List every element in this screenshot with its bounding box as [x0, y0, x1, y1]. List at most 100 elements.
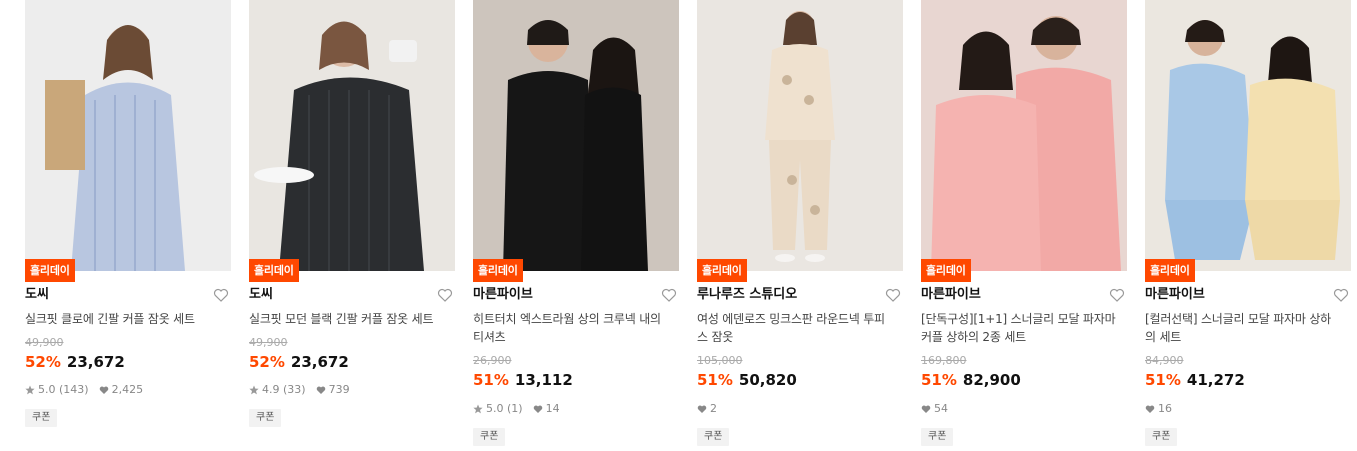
sale-price: 82,900	[962, 371, 1021, 389]
sale-price: 41,272	[1186, 371, 1245, 389]
original-price: 49,900	[249, 336, 288, 349]
product-name[interactable]: 여성 에덴로즈 밍크스판 라운드넥 투피스 잠옷	[697, 310, 893, 346]
product-meta: 4.9 (33) 739	[249, 383, 350, 397]
original-price: 26,900	[473, 354, 512, 367]
product-card[interactable]: 홀리데이 마른파이브 히트터치 엑스트라웜 상의 크루넥 내의 티셔츠 26,9…	[473, 0, 679, 451]
product-card[interactable]: 홀리데이 마른파이브 [단독구성][1+1] 스너글리 모달 파자마 커플 상하…	[921, 0, 1127, 451]
review-count: (33)	[283, 383, 306, 396]
pajama-photo-icon	[249, 0, 455, 271]
holiday-badge: 홀리데이	[921, 259, 971, 282]
discount-rate: 51%	[921, 371, 957, 389]
sale-price: 50,820	[738, 371, 797, 389]
sale-price: 23,672	[66, 353, 125, 371]
price-row: 51% 50,820	[697, 370, 797, 390]
brand-name[interactable]: 마른파이브	[473, 286, 533, 304]
like-heart-icon	[697, 404, 707, 414]
star-icon	[473, 404, 483, 414]
price-row: 51% 41,272	[1145, 370, 1245, 390]
like-heart-icon	[533, 404, 543, 414]
like-count: 2,425	[111, 383, 144, 396]
product-image[interactable]	[697, 0, 903, 271]
coupon-tag: 쿠폰	[249, 409, 282, 427]
wishlist-heart-icon[interactable]	[213, 287, 229, 303]
product-name[interactable]: 히트터치 엑스트라웜 상의 크루넥 내의 티셔츠	[473, 310, 669, 346]
product-meta: 5.0 (143) 2,425	[25, 383, 143, 397]
discount-rate: 51%	[697, 371, 733, 389]
product-card[interactable]: 홀리데이 도씨 실크핏 모던 블랙 긴팔 커플 잠옷 세트 49,900 52%…	[249, 0, 455, 451]
like-count: 14	[545, 402, 560, 415]
wishlist-heart-icon[interactable]	[1333, 287, 1349, 303]
like-heart-icon	[1145, 404, 1155, 414]
product-card[interactable]: 홀리데이 도씨 실크핏 클로에 긴팔 커플 잠옷 세트 49,900 52% 23…	[25, 0, 231, 451]
discount-rate: 52%	[249, 353, 285, 371]
review-count: (1)	[507, 402, 523, 415]
original-price: 49,900	[25, 336, 64, 349]
coupon-tag: 쿠폰	[921, 428, 954, 446]
thermal-photo-icon	[473, 0, 679, 271]
like-heart-icon	[99, 385, 109, 395]
product-card[interactable]: 홀리데이 마른파이브 [컬러선택] 스너글리 모달 파자마 상하의 세트 84,…	[1145, 0, 1351, 451]
brand-name[interactable]: 도씨	[25, 286, 49, 304]
rating-value: 5.0	[486, 402, 504, 415]
brand-name[interactable]: 마른파이브	[921, 286, 981, 304]
product-meta: 54	[921, 402, 948, 416]
product-image[interactable]	[249, 0, 455, 271]
sale-price: 23,672	[290, 353, 349, 371]
price-row: 51% 82,900	[921, 370, 1021, 390]
product-name[interactable]: 실크핏 모던 블랙 긴팔 커플 잠옷 세트	[249, 310, 445, 328]
wishlist-heart-icon[interactable]	[437, 287, 453, 303]
pajama-photo-icon	[25, 0, 231, 271]
brand-name[interactable]: 루나루즈 스튜디오	[697, 286, 797, 304]
like-count: 54	[934, 402, 948, 415]
pajama-photo-icon	[697, 0, 903, 271]
holiday-badge: 홀리데이	[249, 259, 299, 282]
price-row: 52% 23,672	[25, 352, 125, 372]
star-icon	[249, 385, 259, 395]
discount-rate: 51%	[1145, 371, 1181, 389]
wishlist-heart-icon[interactable]	[885, 287, 901, 303]
wishlist-heart-icon[interactable]	[661, 287, 677, 303]
discount-rate: 52%	[25, 353, 61, 371]
rating-value: 5.0	[38, 383, 56, 396]
product-grid: 홀리데이 도씨 실크핏 클로에 긴팔 커플 잠옷 세트 49,900 52% 23…	[0, 0, 1357, 451]
sale-price: 13,112	[514, 371, 573, 389]
wishlist-heart-icon[interactable]	[1109, 287, 1125, 303]
product-name[interactable]: 실크핏 클로에 긴팔 커플 잠옷 세트	[25, 310, 221, 328]
original-price: 169,800	[921, 354, 967, 367]
product-name[interactable]: [단독구성][1+1] 스너글리 모달 파자마 커플 상하의 2종 세트	[921, 310, 1117, 346]
holiday-badge: 홀리데이	[25, 259, 75, 282]
coupon-tag: 쿠폰	[1145, 428, 1178, 446]
price-row: 51% 13,112	[473, 370, 573, 390]
like-count: 16	[1158, 402, 1172, 415]
pajama-photo-icon	[1145, 0, 1351, 271]
brand-name[interactable]: 도씨	[249, 286, 273, 304]
holiday-badge: 홀리데이	[473, 259, 523, 282]
like-heart-icon	[921, 404, 931, 414]
product-image[interactable]	[473, 0, 679, 271]
star-icon	[25, 385, 35, 395]
rating-value: 4.9	[262, 383, 280, 396]
product-image[interactable]	[921, 0, 1127, 271]
discount-rate: 51%	[473, 371, 509, 389]
product-meta: 16	[1145, 402, 1172, 416]
original-price: 105,000	[697, 354, 743, 367]
product-meta: 2	[697, 402, 717, 416]
like-count: 739	[328, 383, 350, 396]
review-count: (143)	[59, 383, 89, 396]
product-name[interactable]: [컬러선택] 스너글리 모달 파자마 상하의 세트	[1145, 310, 1341, 346]
coupon-tag: 쿠폰	[25, 409, 58, 427]
like-count: 2	[710, 402, 717, 415]
product-image[interactable]	[1145, 0, 1351, 271]
product-image[interactable]	[25, 0, 231, 271]
coupon-tag: 쿠폰	[697, 428, 730, 446]
price-row: 52% 23,672	[249, 352, 349, 372]
pajama-photo-icon	[921, 0, 1127, 271]
product-meta: 5.0 (1) 14	[473, 402, 560, 416]
coupon-tag: 쿠폰	[473, 428, 506, 446]
original-price: 84,900	[1145, 354, 1184, 367]
product-card[interactable]: 홀리데이 루나루즈 스튜디오 여성 에덴로즈 밍크스판 라운드넥 투피스 잠옷 …	[697, 0, 903, 451]
holiday-badge: 홀리데이	[697, 259, 747, 282]
holiday-badge: 홀리데이	[1145, 259, 1195, 282]
like-heart-icon	[316, 385, 326, 395]
brand-name[interactable]: 마른파이브	[1145, 286, 1205, 304]
